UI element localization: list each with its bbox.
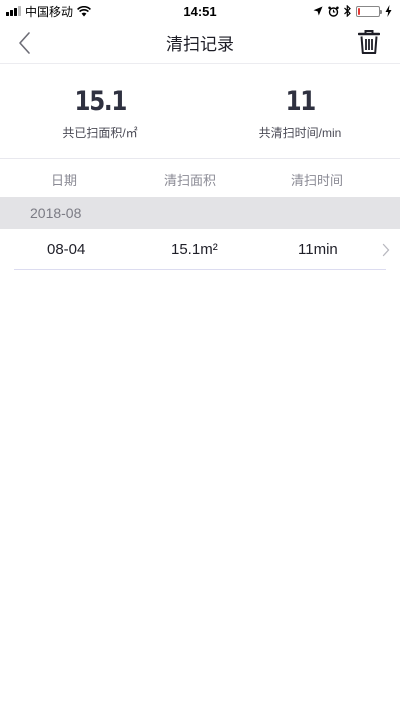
record-duration: 11min — [298, 241, 338, 258]
alarm-icon — [328, 6, 339, 17]
column-header-time: 清扫时间 — [291, 172, 344, 188]
record-area: 15.1m² — [171, 241, 218, 258]
page-title: 清扫记录 — [166, 35, 234, 54]
column-header-area: 清扫面积 — [164, 172, 217, 188]
row-divider — [14, 269, 386, 270]
back-icon[interactable] — [14, 30, 38, 56]
charging-icon — [385, 5, 392, 17]
record-date: 08-04 — [47, 241, 86, 258]
total-time-summary: 11 共清扫时间/min — [200, 64, 400, 158]
status-right — [313, 5, 392, 17]
status-bar: 中国移动 14:51 — [0, 0, 400, 22]
trash-icon[interactable] — [358, 29, 380, 55]
chevron-right-icon — [382, 243, 390, 257]
total-time-label: 共清扫时间/min — [258, 126, 342, 140]
battery-level — [358, 7, 361, 15]
carrier-label: 中国移动 — [25, 4, 74, 19]
battery-icon — [356, 5, 382, 17]
status-left: 中国移动 — [6, 3, 91, 20]
nav-bar: 清扫记录 — [0, 22, 400, 64]
record-row[interactable]: 08-04 15.1m² 11min — [0, 229, 400, 270]
cleaning-records-screen: 中国移动 14:51 清扫记录 15.1 共已扫面积/㎡ 11 共清扫时间/mi… — [0, 0, 400, 711]
signal-icon — [6, 6, 21, 16]
total-area-label: 共已扫面积/㎡ — [62, 126, 138, 140]
month-group-header: 2018-08 — [0, 197, 400, 229]
total-area-summary: 15.1 共已扫面积/㎡ — [0, 64, 200, 158]
column-header-date: 日期 — [51, 172, 78, 188]
total-time-value: 11 — [285, 86, 316, 117]
bluetooth-icon — [344, 5, 351, 17]
table-header: 日期 清扫面积 清扫时间 — [0, 160, 400, 198]
month-label: 2018-08 — [30, 205, 82, 221]
location-icon — [313, 6, 323, 16]
total-area-value: 15.1 — [74, 86, 127, 117]
wifi-icon — [77, 5, 91, 16]
summary-panel: 15.1 共已扫面积/㎡ 11 共清扫时间/min — [0, 64, 400, 159]
